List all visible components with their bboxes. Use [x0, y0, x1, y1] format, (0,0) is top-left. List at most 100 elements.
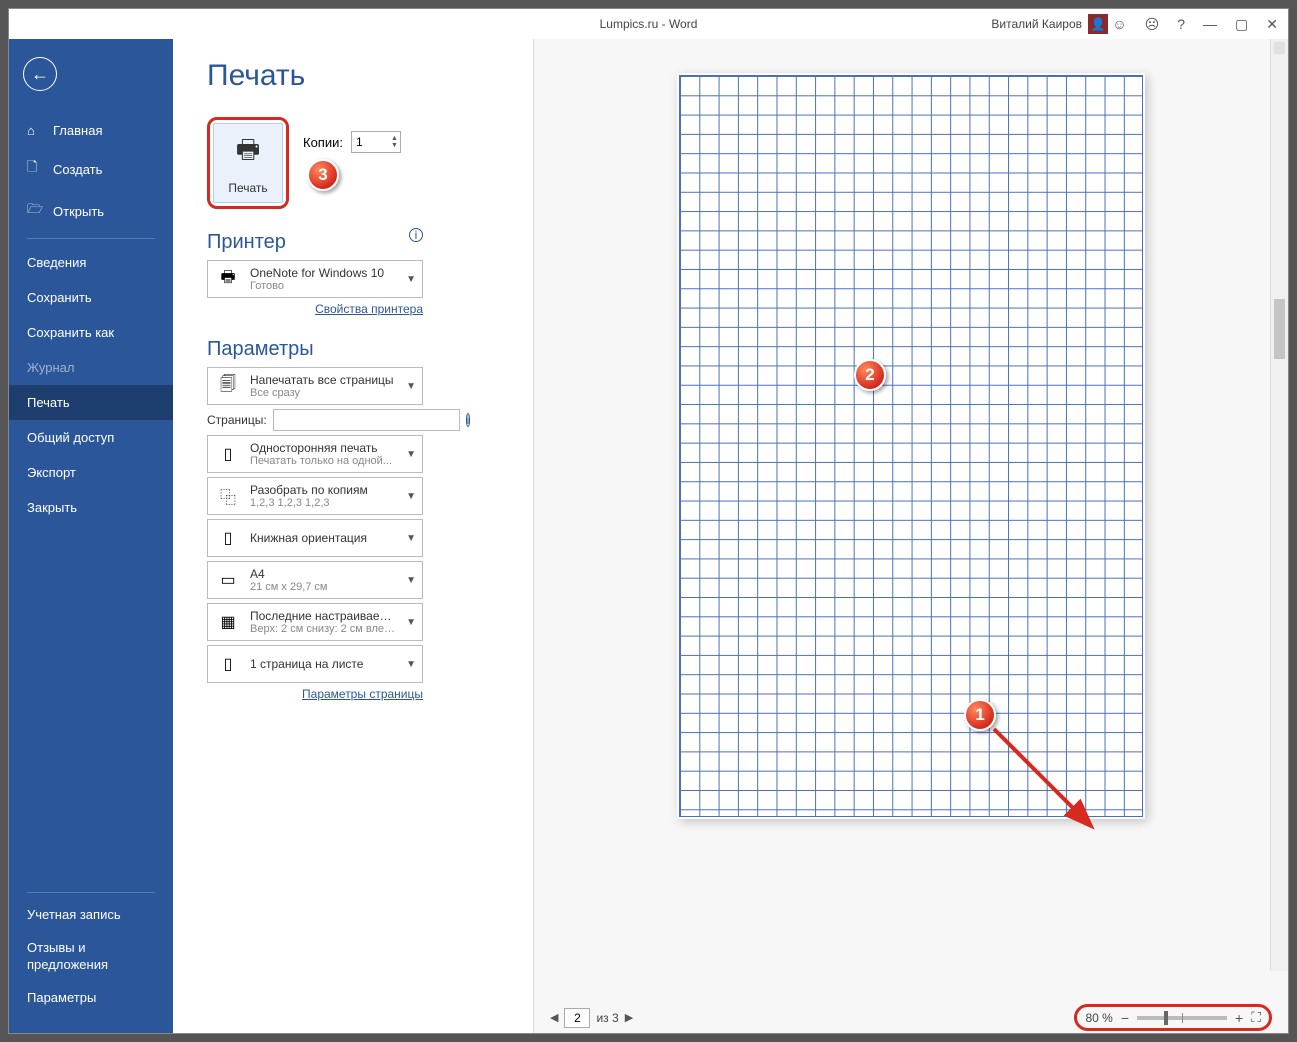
user-info[interactable]: Виталий Каиров 👤 [991, 14, 1108, 34]
nav-label: Параметры [27, 990, 96, 1007]
page-single-icon: ▯ [214, 440, 242, 468]
zoom-slider[interactable] [1137, 1016, 1227, 1020]
nav-label: Сохранить как [27, 325, 114, 340]
nav-new[interactable]: 🗋 Создать [9, 148, 173, 190]
nav-share[interactable]: Общий доступ [9, 420, 173, 455]
help-icon[interactable]: ? [1177, 16, 1185, 32]
sheet-icon: ▯ [214, 650, 242, 678]
printer-ready-icon: 🖶 [214, 265, 242, 293]
nav-open[interactable]: 🗁 Открыть [9, 190, 173, 232]
zoom-in-button[interactable]: + [1235, 1010, 1243, 1026]
nav-label: Главная [53, 123, 102, 138]
nav-save[interactable]: Сохранить [9, 280, 173, 315]
nav-label: Печать [27, 395, 70, 410]
chevron-down-icon: ▼ [406, 491, 416, 502]
face-frown-icon[interactable]: ☹ [1145, 16, 1160, 33]
params-section-title: Параметры [207, 338, 533, 361]
margins-icon: ▦ [214, 608, 242, 636]
zoom-out-button[interactable]: − [1121, 1010, 1129, 1026]
back-button[interactable]: ← [23, 57, 57, 91]
info-icon[interactable]: i [409, 228, 423, 242]
page-title: Печать [207, 59, 533, 93]
document-title: Lumpics.ru - Word [600, 17, 698, 31]
nav-label: Учетная запись [27, 907, 121, 924]
nav-label: Создать [53, 162, 102, 177]
printer-icon: 🖶 [236, 131, 261, 175]
slider-thumb[interactable] [1164, 1011, 1168, 1025]
nav-close[interactable]: Закрыть [9, 490, 173, 525]
nav-label: Отзывы и предложения [27, 940, 155, 974]
close-button[interactable]: ✕ [1266, 16, 1278, 33]
print-preview: 2 1 ◀ из 3 ▶ 80 % [533, 39, 1288, 1033]
nav-label: Общий доступ [27, 430, 114, 445]
page-preview [677, 73, 1145, 819]
document-icon: 🗋 [27, 158, 43, 180]
callout-2: 2 [854, 359, 886, 391]
next-page-button[interactable]: ▶ [625, 1011, 633, 1024]
scroll-thumb[interactable] [1274, 299, 1285, 359]
chevron-down-icon: ▼ [406, 381, 416, 392]
nav-home[interactable]: ⌂ Главная [9, 113, 173, 148]
printer-dropdown[interactable]: 🖶 OneNote for Windows 10 Готово ▼ [207, 260, 423, 298]
separator [27, 892, 155, 893]
page-total: из 3 [596, 1011, 618, 1025]
info-icon[interactable]: i [466, 413, 471, 427]
print-range-dropdown[interactable]: 🗐 Напечатать все страницы Все сразу ▼ [207, 367, 423, 405]
nav-account[interactable]: Учетная запись [9, 899, 173, 932]
pages-icon: 🗐 [214, 372, 242, 400]
paper-size-dropdown[interactable]: ▭ A4 21 см x 29,7 см ▼ [207, 561, 423, 599]
nav-label: Сохранить [27, 290, 92, 305]
printer-properties-link[interactable]: Свойства принтера [207, 302, 423, 316]
nav-label: Открыть [53, 204, 104, 219]
sides-dropdown[interactable]: ▯ Односторонняя печать Печатать только н… [207, 435, 423, 473]
collate-icon: ⿻ [214, 482, 242, 510]
prev-page-button[interactable]: ◀ [550, 1011, 558, 1024]
chevron-down-icon: ▼ [406, 575, 416, 586]
nav-save-as[interactable]: Сохранить как [9, 315, 173, 350]
nav-label: Экспорт [27, 465, 76, 480]
nav-options[interactable]: Параметры [9, 982, 173, 1015]
user-avatar: 👤 [1088, 14, 1108, 34]
pages-label: Страницы: [207, 413, 267, 427]
print-button-label: Печать [228, 181, 267, 195]
pages-input[interactable] [273, 409, 460, 431]
copies-spinner[interactable]: ▲▼ [391, 135, 398, 149]
maximize-button[interactable]: ▢ [1235, 16, 1248, 33]
margins-dropdown[interactable]: ▦ Последние настраиваемы... Верх: 2 см с… [207, 603, 423, 641]
page-setup-link[interactable]: Параметры страницы [207, 687, 423, 701]
callout-1: 1 [964, 699, 996, 731]
highlight-zoom: 80 % − + ⛶ [1074, 1004, 1272, 1031]
page-navigator: ◀ из 3 ▶ [550, 1008, 633, 1028]
nav-label: Журнал [27, 360, 74, 375]
callout-3: 3 [307, 159, 339, 191]
user-name: Виталий Каиров [991, 17, 1082, 31]
nav-info[interactable]: Сведения [9, 245, 173, 280]
portrait-icon: ▯ [214, 524, 242, 552]
chevron-down-icon: ▼ [406, 617, 416, 628]
fit-page-button[interactable]: ⛶ [1251, 1009, 1261, 1026]
highlight-print-button: 🖶 Печать [207, 117, 289, 209]
printer-name: OneNote for Windows 10 [250, 266, 398, 280]
page-icon: ▭ [214, 566, 242, 594]
title-bar: Lumpics.ru - Word Виталий Каиров 👤 ☺ ☹ ?… [9, 9, 1288, 39]
face-smile-icon[interactable]: ☺ [1112, 16, 1126, 32]
printer-status: Готово [250, 280, 398, 292]
page-number-input[interactable] [564, 1008, 590, 1028]
print-button[interactable]: 🖶 Печать [213, 123, 283, 203]
minimize-button[interactable]: — [1203, 16, 1217, 32]
nav-label: Закрыть [27, 500, 77, 515]
nav-print[interactable]: Печать [9, 385, 173, 420]
collate-dropdown[interactable]: ⿻ Разобрать по копиям 1,2,3 1,2,3 1,2,3 … [207, 477, 423, 515]
chevron-down-icon: ▼ [406, 659, 416, 670]
nav-feedback[interactable]: Отзывы и предложения [9, 932, 173, 982]
home-icon: ⌂ [27, 123, 43, 138]
chevron-down-icon: ▼ [406, 449, 416, 460]
vertical-scrollbar[interactable] [1270, 39, 1288, 971]
nav-history: Журнал [9, 350, 173, 385]
orientation-dropdown[interactable]: ▯ Книжная ориентация ▼ [207, 519, 423, 557]
nav-export[interactable]: Экспорт [9, 455, 173, 490]
pages-per-sheet-dropdown[interactable]: ▯ 1 страница на листе ▼ [207, 645, 423, 683]
grid-content [679, 75, 1143, 817]
printer-section-title: Принтер [207, 231, 286, 254]
folder-open-icon: 🗁 [27, 200, 43, 222]
